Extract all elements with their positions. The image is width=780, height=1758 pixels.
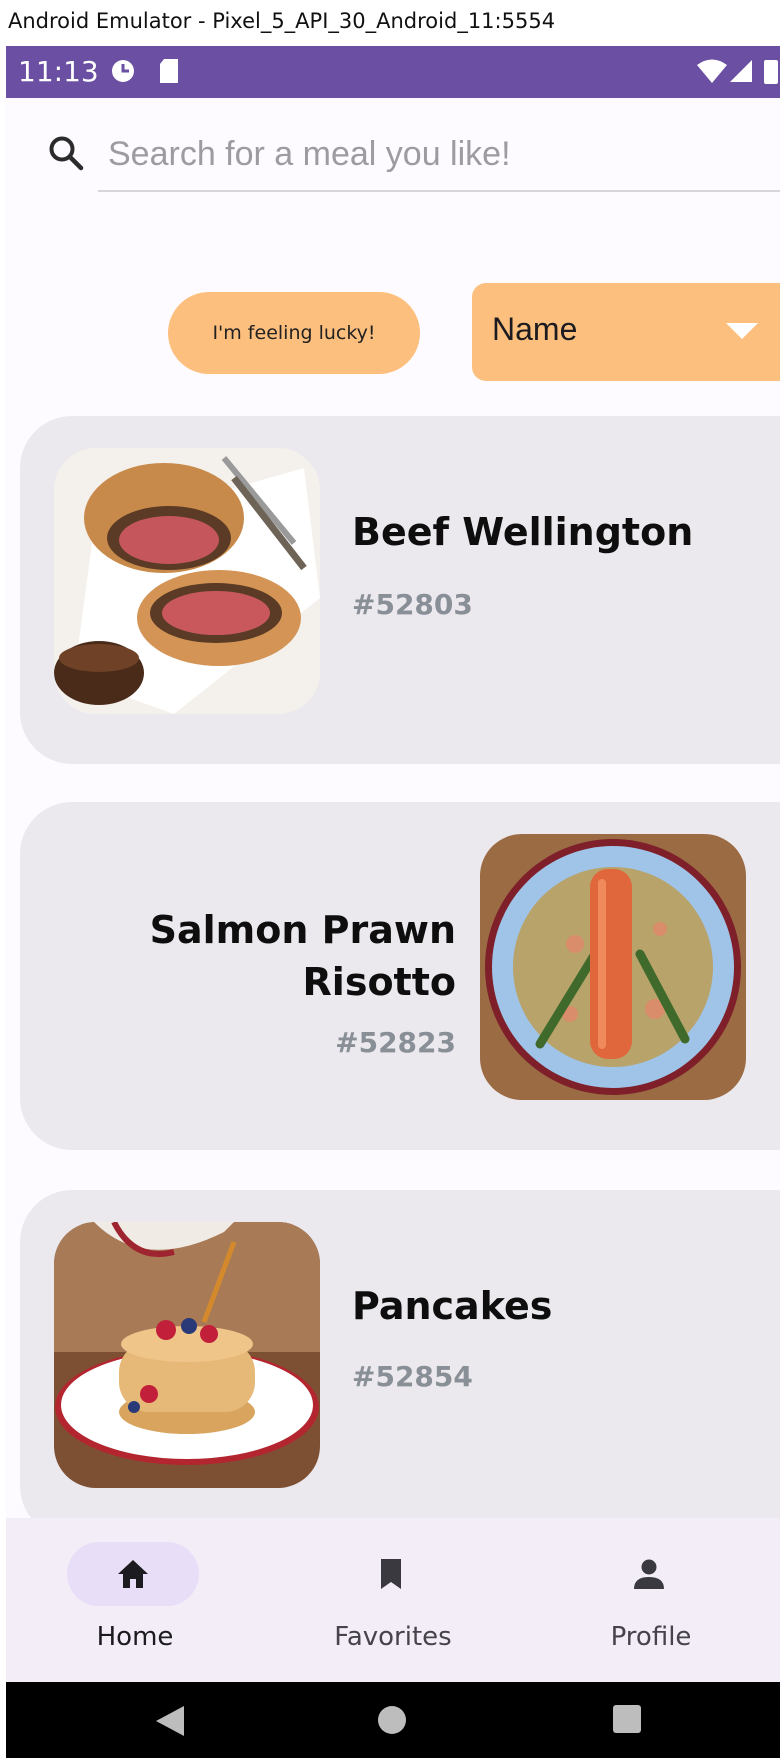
wifi-icon (697, 59, 727, 83)
nav-item-favorites[interactable]: Favorites (264, 1518, 522, 1682)
meal-image-salmon-prawn-risotto (480, 834, 746, 1100)
meal-image-pancakes (54, 1222, 320, 1488)
data-saver-icon (112, 60, 134, 82)
meal-id: #52854 (352, 1360, 473, 1393)
dropdown-arrow-icon (726, 323, 758, 339)
signal-icon (730, 60, 752, 82)
status-bar: 11:13 (6, 46, 780, 98)
home-icon (118, 1560, 148, 1588)
meal-image-beef-wellington (54, 448, 320, 714)
home-button-icon[interactable] (376, 1704, 408, 1736)
status-time: 11:13 (18, 55, 99, 88)
search-input[interactable] (98, 118, 780, 192)
nav-label: Favorites (334, 1622, 452, 1652)
meal-id: #52803 (352, 588, 473, 621)
sort-dropdown-value: Name (492, 311, 578, 347)
battery-icon (764, 60, 778, 84)
meal-card[interactable]: Salmon Prawn Risotto #52823 (20, 802, 780, 1150)
sort-dropdown[interactable]: Name (472, 283, 780, 381)
meal-name: Beef Wellington (352, 510, 694, 554)
meal-card[interactable]: Beef Wellington #52803 (20, 416, 780, 764)
phone-screen: 11:13 I'm feeling lucky! Name (6, 46, 780, 1758)
meal-name: Pancakes (352, 1284, 553, 1328)
person-icon (634, 1559, 664, 1589)
bookmark-icon (381, 1559, 401, 1589)
recents-icon[interactable] (612, 1704, 642, 1734)
meal-card[interactable]: Pancakes #52854 (20, 1190, 780, 1538)
bottom-navigation: Home Favorites Profile (6, 1518, 780, 1682)
search-bar (6, 98, 780, 248)
nav-label: Home (96, 1622, 174, 1652)
back-icon[interactable] (154, 1704, 186, 1738)
nav-item-profile[interactable]: Profile (522, 1518, 780, 1682)
search-icon[interactable] (46, 133, 86, 173)
nav-label: Profile (610, 1622, 692, 1652)
meal-id: #52823 (335, 1026, 456, 1059)
sd-card-icon (160, 59, 178, 83)
feeling-lucky-button[interactable]: I'm feeling lucky! (168, 292, 420, 374)
system-navigation-bar (6, 1682, 780, 1758)
meal-name: Salmon Prawn Risotto (149, 908, 456, 1004)
nav-item-home[interactable]: Home (6, 1518, 264, 1682)
window-title: Android Emulator - Pixel_5_API_30_Androi… (0, 0, 780, 46)
